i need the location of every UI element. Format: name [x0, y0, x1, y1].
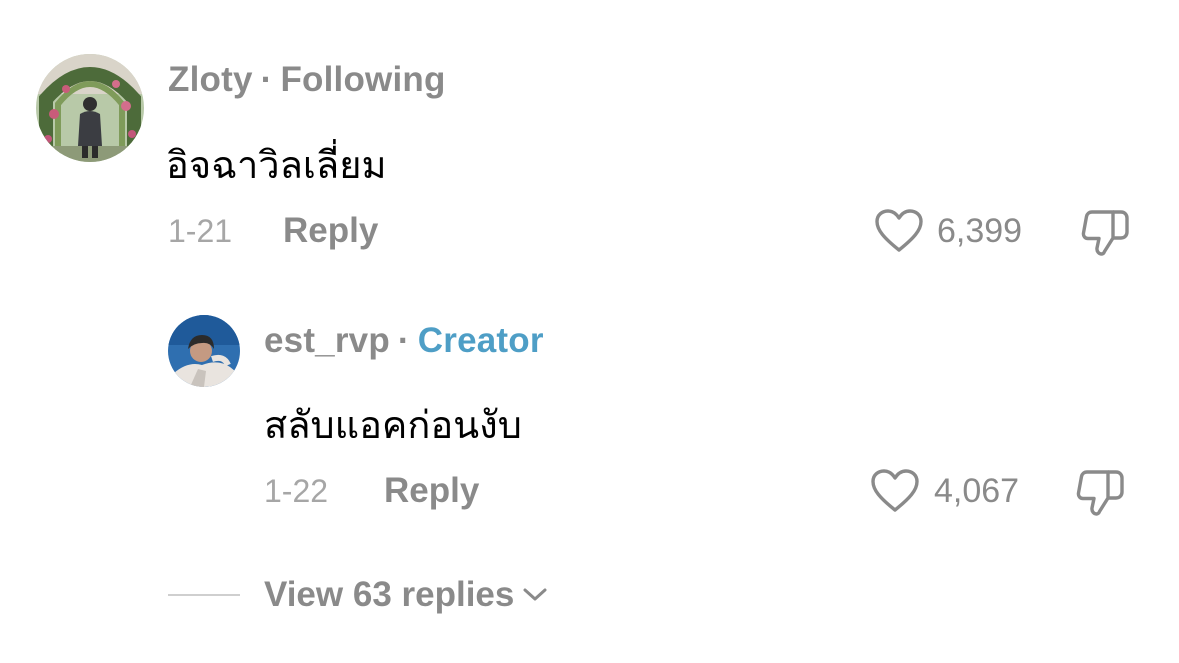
- dislike-button[interactable]: [1075, 468, 1127, 518]
- comment-date: 1-21: [168, 213, 233, 249]
- view-replies-button[interactable]: View 63 replies: [264, 575, 548, 615]
- chevron-down-icon: [523, 588, 547, 601]
- creator-badge: Creator: [417, 321, 544, 360]
- avatar[interactable]: [168, 315, 240, 387]
- like-count: 4,067: [934, 472, 1020, 510]
- heart-outline-icon: [871, 469, 919, 512]
- replies-divider: [168, 594, 240, 596]
- reply-header: est_rvp · Creator: [264, 321, 544, 361]
- comment-text: อิจฉาวิลเลี่ยม: [166, 143, 387, 187]
- comment-date: 1-22: [264, 473, 329, 509]
- like-button[interactable]: [874, 208, 924, 254]
- username[interactable]: Zloty: [168, 60, 253, 99]
- sky-photo-avatar-icon: [168, 315, 240, 387]
- like-count: 6,399: [937, 212, 1023, 250]
- view-replies-label: View 63 replies: [264, 575, 515, 614]
- heart-outline-icon: [875, 209, 923, 252]
- reply-button[interactable]: Reply: [283, 211, 378, 251]
- comment-header: Zloty · Following: [168, 60, 446, 100]
- thumbs-down-outline-icon: [1076, 470, 1124, 516]
- separator-dot: ·: [260, 60, 273, 99]
- thumbs-down-outline-icon: [1081, 210, 1129, 256]
- separator-dot: ·: [397, 321, 410, 360]
- garden-photo-avatar-icon: [36, 54, 144, 162]
- comment-text: สลับแอคก่อนงับ: [264, 403, 522, 447]
- username[interactable]: est_rvp: [264, 321, 390, 360]
- reply-button[interactable]: Reply: [384, 471, 479, 511]
- dislike-button[interactable]: [1080, 208, 1132, 258]
- like-button[interactable]: [870, 468, 920, 514]
- avatar[interactable]: [36, 54, 144, 162]
- following-badge: Following: [280, 60, 446, 99]
